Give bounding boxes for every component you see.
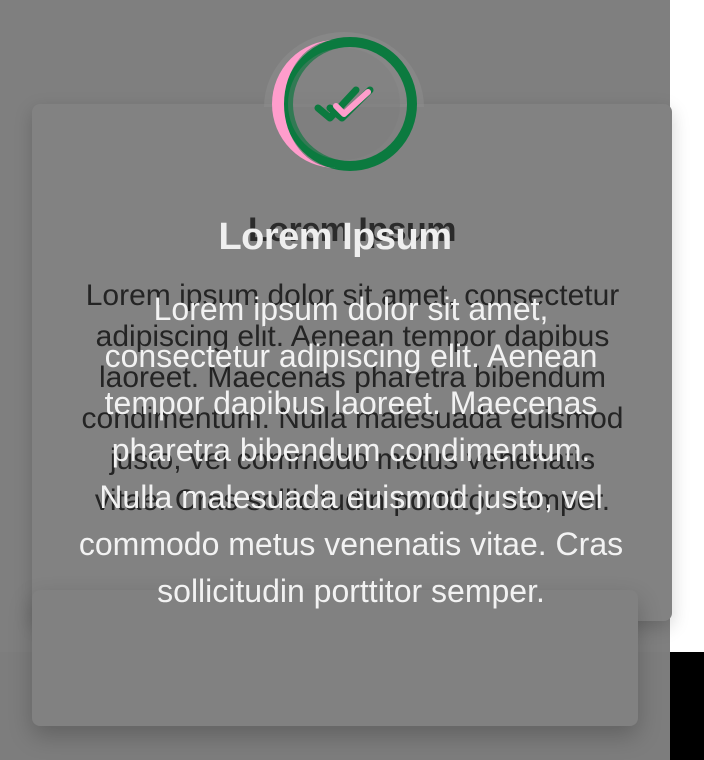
dialog-front-title: Lorem Ipsum <box>218 216 452 258</box>
success-check-icon <box>264 32 424 171</box>
dialog-front-body: Lorem ipsum dolor sit amet, consectetur … <box>78 291 624 609</box>
right-side-panel <box>670 0 704 652</box>
